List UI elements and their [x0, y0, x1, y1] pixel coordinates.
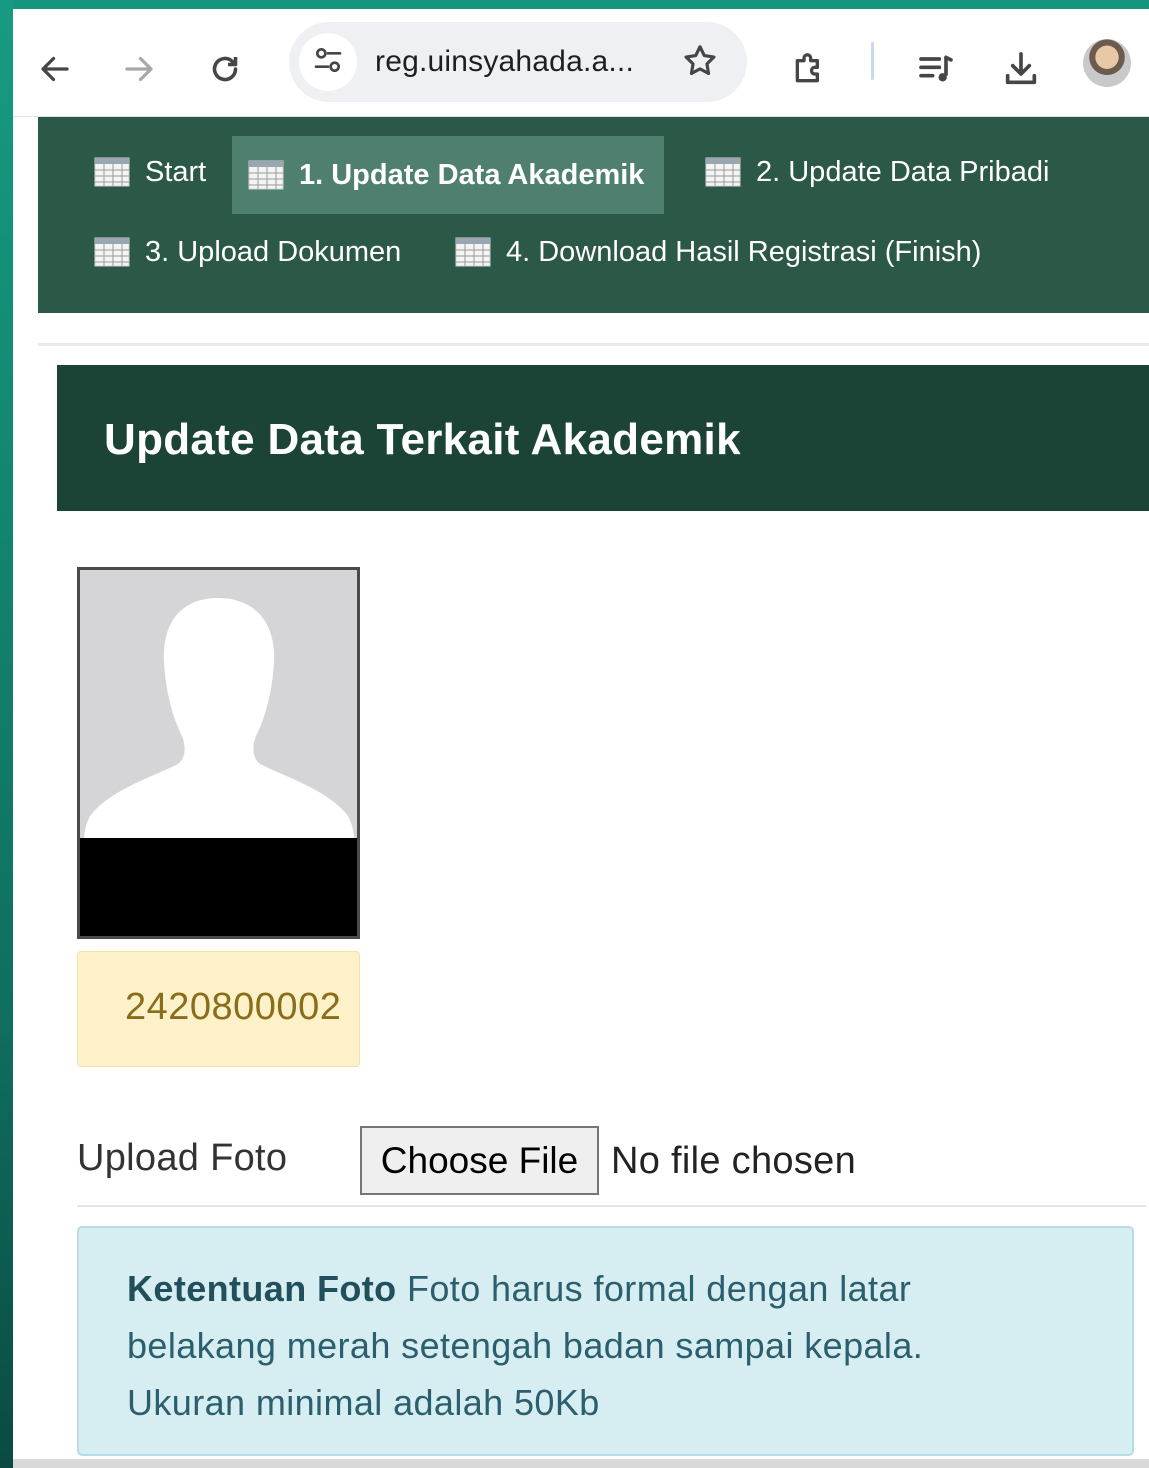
- puzzle-icon: [789, 49, 829, 89]
- nav-item-label: 4. Download Hasil Registrasi (Finish): [506, 235, 982, 268]
- registration-steps-nav: Start 1. Update Data Akademik 2. Update …: [38, 117, 1149, 313]
- nav-item-update-data-pribadi[interactable]: 2. Update Data Pribadi: [705, 133, 1049, 211]
- site-info-button[interactable]: [299, 33, 357, 91]
- choose-file-button[interactable]: Choose File: [360, 1126, 599, 1195]
- photo-requirements-alert: Ketentuan Foto Foto harus formal dengan …: [77, 1226, 1134, 1456]
- tune-icon: [312, 44, 344, 81]
- arrow-left-icon: [37, 51, 73, 87]
- window-frame-left: [0, 0, 13, 1468]
- file-status-text: No file chosen: [611, 1140, 857, 1182]
- address-bar[interactable]: reg.uinsyahada.a...: [289, 22, 747, 102]
- bookmark-button[interactable]: [679, 42, 721, 84]
- user-silhouette-icon: [84, 598, 354, 840]
- playlist-icon: [916, 49, 956, 89]
- photo-requirements-text: Ketentuan Foto Foto harus formal dengan …: [127, 1260, 1087, 1431]
- form-divider: [77, 1205, 1146, 1207]
- requirements-line-3: Ukuran minimal adalah 50Kb: [127, 1382, 600, 1423]
- requirements-line-2: belakang merah setengah badan sampai kep…: [127, 1325, 924, 1366]
- media-button[interactable]: [908, 41, 964, 97]
- back-button[interactable]: [27, 41, 83, 97]
- extensions-button[interactable]: [781, 41, 837, 97]
- table-icon: [94, 237, 130, 267]
- avatar[interactable]: [1083, 39, 1131, 87]
- nav-item-start[interactable]: Start: [94, 133, 206, 211]
- nav-item-label: 2. Update Data Pribadi: [756, 155, 1050, 188]
- profile-photo: [77, 567, 360, 939]
- bottom-scroll-edge: [13, 1459, 1149, 1468]
- nim-badge: 2420800002: [77, 951, 360, 1067]
- table-icon: [248, 160, 284, 190]
- forward-button[interactable]: [111, 41, 167, 97]
- arrow-right-icon: [121, 51, 157, 87]
- upload-foto-label: Upload Foto: [77, 1137, 288, 1179]
- star-icon: [681, 42, 719, 85]
- reload-button[interactable]: [197, 41, 253, 97]
- reload-icon: [207, 51, 243, 87]
- downloads-button[interactable]: [993, 41, 1049, 97]
- nav-item-label: 1. Update Data Akademik: [299, 158, 645, 191]
- panel-header: Update Data Terkait Akademik: [57, 365, 1149, 511]
- table-icon: [705, 157, 741, 187]
- requirements-title: Ketentuan Foto: [127, 1268, 397, 1309]
- download-icon: [1001, 49, 1041, 89]
- nim-number: 2420800002: [125, 986, 342, 1028]
- divider: [38, 343, 1149, 346]
- table-icon: [455, 237, 491, 267]
- window-frame-top: [0, 0, 1149, 9]
- page-title: Update Data Terkait Akademik: [104, 415, 741, 464]
- page-viewport: Start 1. Update Data Akademik 2. Update …: [13, 117, 1149, 1468]
- table-icon: [94, 157, 130, 187]
- nav-item-download-hasil[interactable]: 4. Download Hasil Registrasi (Finish): [455, 213, 981, 291]
- requirements-line-1: Foto harus formal dengan latar: [406, 1268, 912, 1309]
- nav-item-upload-dokumen[interactable]: 3. Upload Dokumen: [94, 213, 401, 291]
- url-text[interactable]: reg.uinsyahada.a...: [375, 45, 634, 79]
- photo-redaction-bar: [80, 838, 357, 936]
- nav-item-label: 3. Upload Dokumen: [145, 235, 402, 268]
- browser-toolbar: reg.uinsyahada.a...: [13, 9, 1149, 117]
- nav-item-update-data-akademik[interactable]: 1. Update Data Akademik: [232, 136, 665, 214]
- nav-item-label: Start: [145, 155, 207, 188]
- toolbar-separator: [871, 42, 874, 80]
